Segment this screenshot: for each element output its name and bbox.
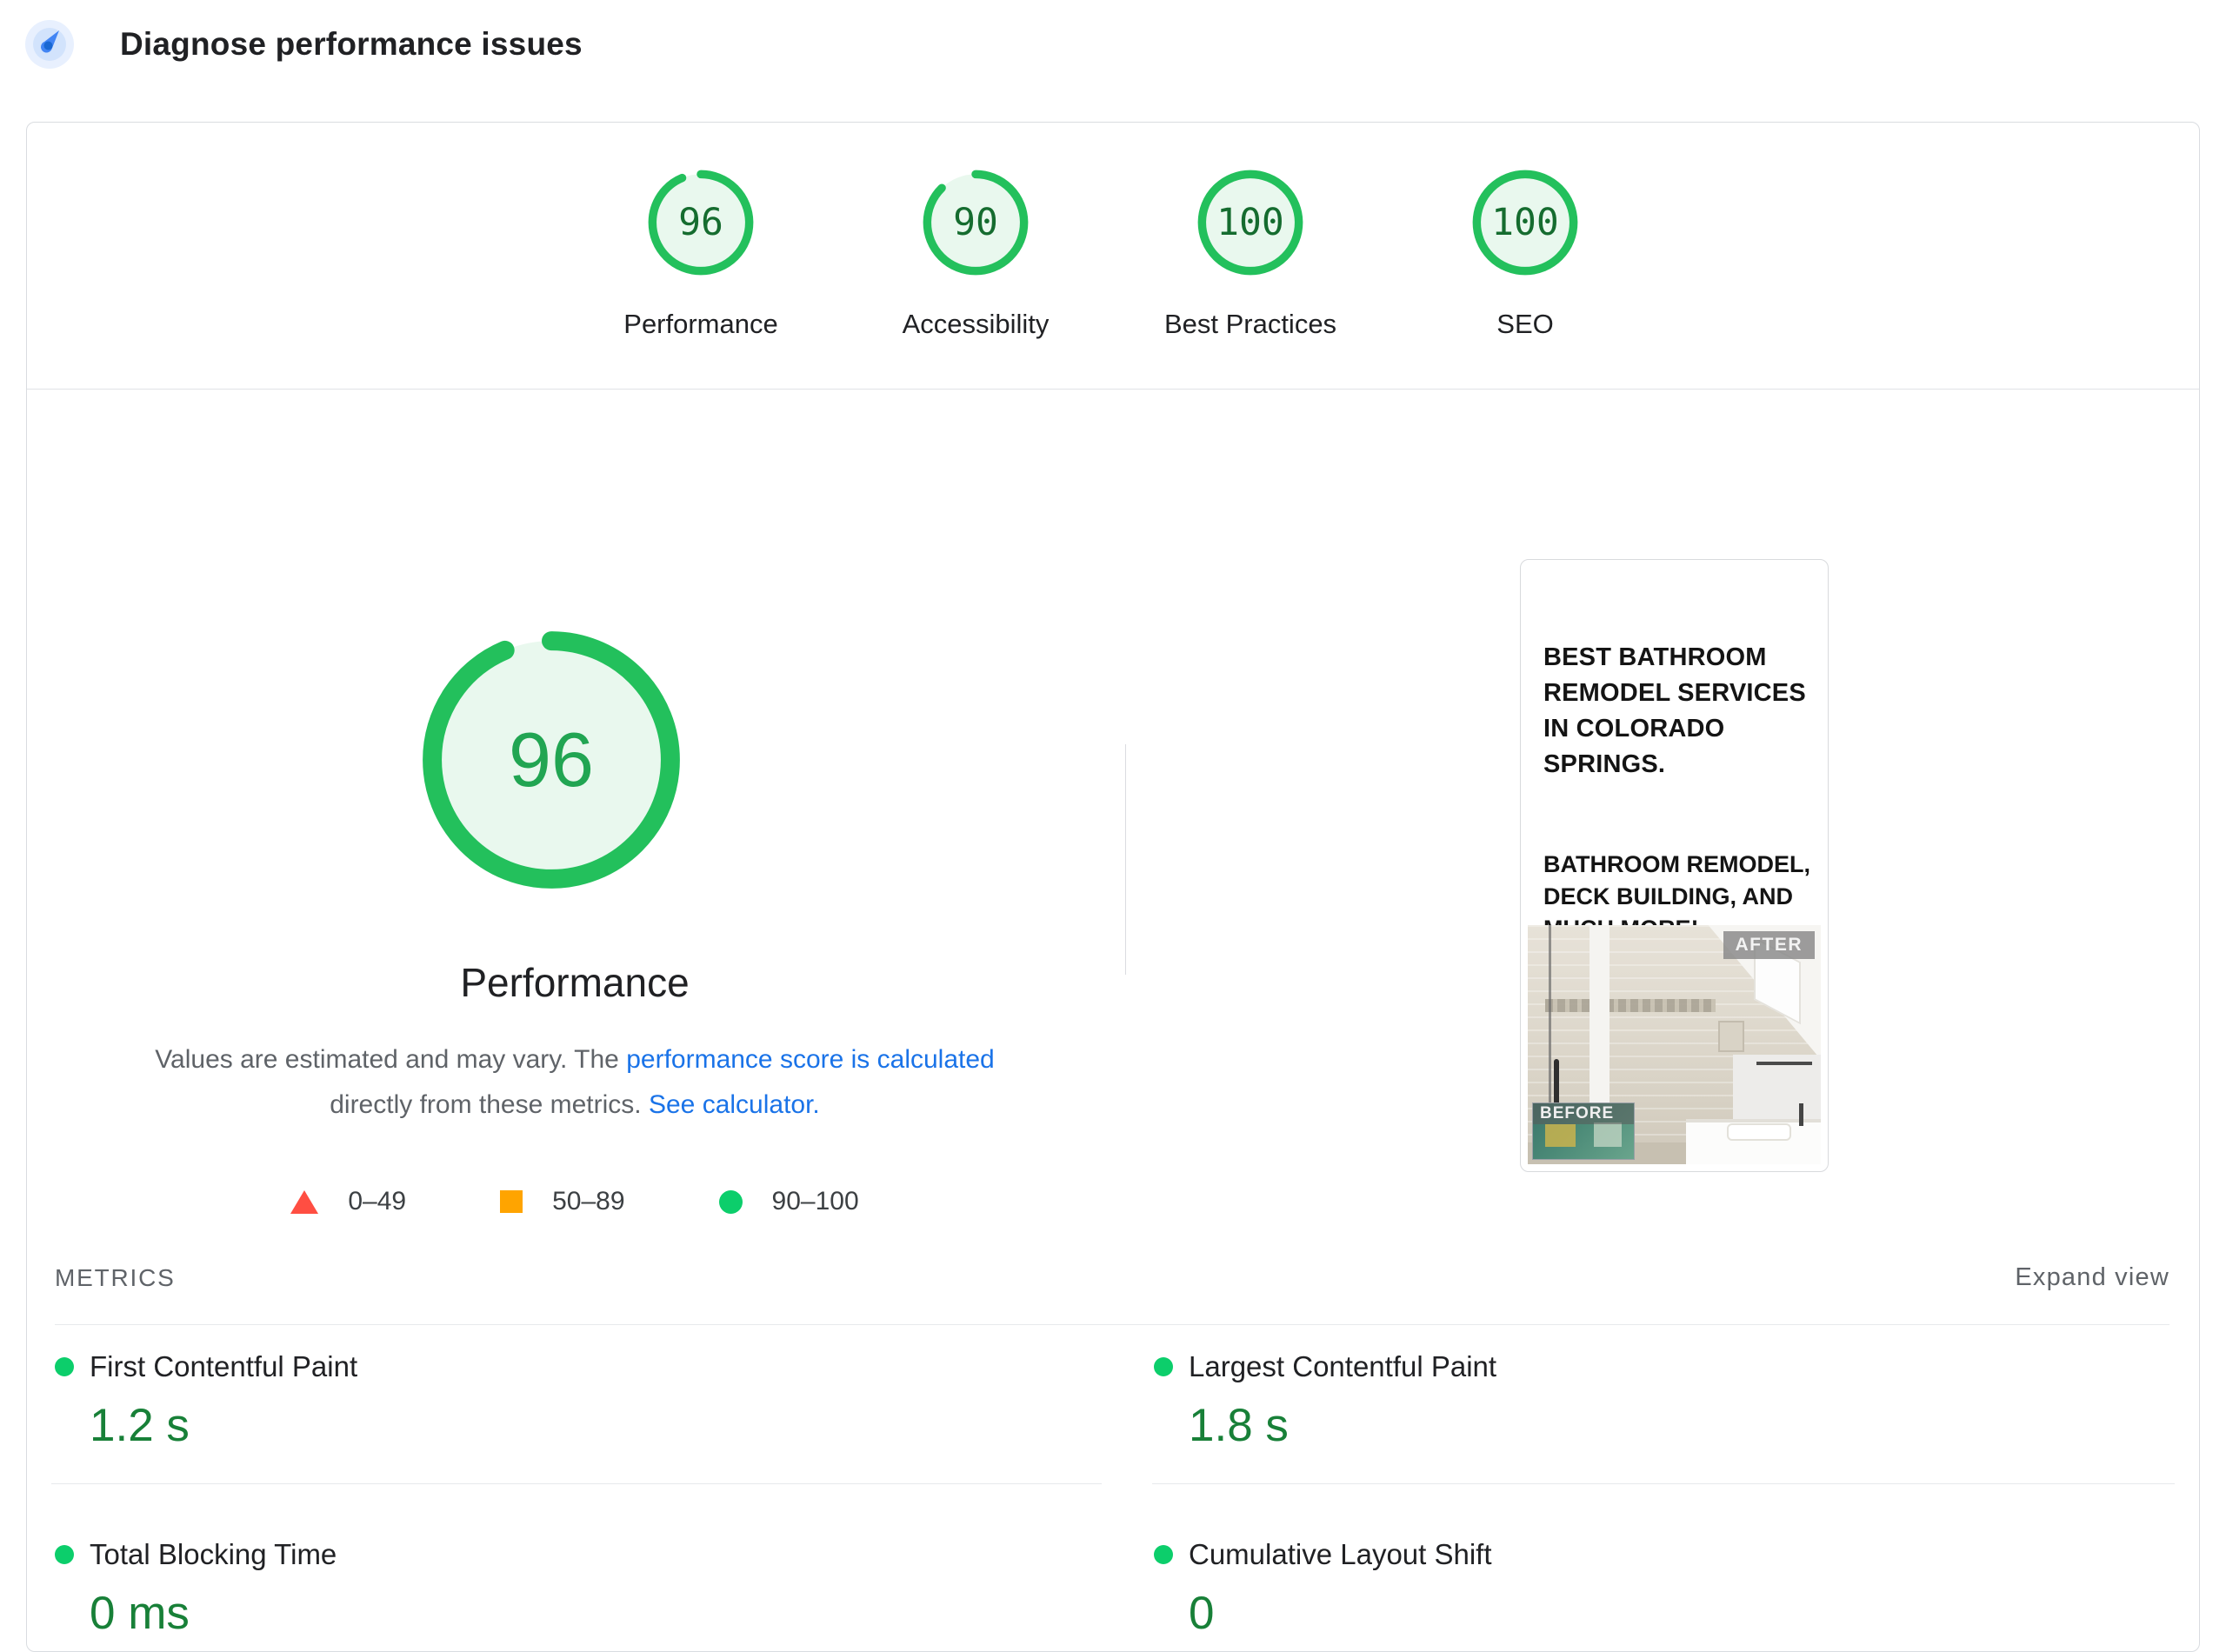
metric-value: 0 (1189, 1587, 2171, 1640)
performance-main-score-value: 96 (417, 625, 686, 895)
legend-average-icon (500, 1190, 523, 1213)
score-legend: 0–49 50–89 90–100 (27, 1187, 1123, 1216)
before-badge: BEFORE (1540, 1104, 1614, 1123)
performance-description: Values are estimated and may vary. The p… (123, 1037, 1027, 1128)
metric-total-blocking-time: Total Blocking Time 0 ms (55, 1538, 1072, 1640)
metrics-heading: METRICS (55, 1264, 176, 1292)
metric-label: Total Blocking Time (90, 1538, 337, 1571)
category-score-performance[interactable]: 96 Performance (614, 168, 788, 340)
speedometer-icon (24, 19, 75, 70)
category-score-best-practices[interactable]: 100 Best Practices (1163, 168, 1337, 340)
lighthouse-report-card: 96 Performance 90 Accessibility 100 Best… (26, 122, 2200, 1652)
metric-cumulative-layout-shift: Cumulative Layout Shift 0 (1154, 1538, 2171, 1640)
description-text-middle: directly from these metrics. (330, 1090, 649, 1119)
metric-value: 1.2 s (90, 1399, 1072, 1452)
metrics-divider (55, 1324, 2169, 1325)
metric-largest-contentful-paint: Largest Contentful Paint 1.8 s (1154, 1350, 2171, 1452)
description-text: Values are estimated and may vary. The (155, 1045, 626, 1074)
metric-status-icon (55, 1545, 74, 1564)
best-practices-gauge: 100 (1196, 168, 1305, 277)
section-divider (27, 389, 2199, 390)
seo-gauge: 100 (1470, 168, 1580, 277)
accessibility-gauge: 90 (921, 168, 1030, 277)
seo-score-value: 100 (1470, 168, 1580, 277)
page-header: Diagnose performance issues (24, 19, 583, 70)
performance-gauge: 96 (646, 168, 756, 277)
performance-section-title: Performance (27, 959, 1123, 1006)
photo-niche-shape (1718, 1021, 1744, 1052)
metric-value: 1.8 s (1189, 1399, 2171, 1452)
performance-score-label: Performance (623, 309, 777, 340)
legend-pass-icon (719, 1190, 743, 1214)
category-score-accessibility[interactable]: 90 Accessibility (889, 168, 1063, 340)
before-inset-detail (1545, 1124, 1576, 1147)
photo-towel-bar (1756, 1062, 1812, 1065)
metric-label: Cumulative Layout Shift (1189, 1538, 1492, 1571)
bathroom-photo: AFTER BEFORE (1528, 925, 1821, 1164)
screenshot-heading: BEST BATHROOM REMODEL SERVICES IN COLORA… (1543, 640, 1814, 783)
legend-average-label: 50–89 (552, 1187, 624, 1216)
legend-item-fail: 0–49 (290, 1187, 406, 1216)
score-calc-link[interactable]: performance score is calculated (626, 1045, 995, 1074)
metric-value: 0 ms (90, 1587, 1072, 1640)
metric-label: Largest Contentful Paint (1189, 1350, 1496, 1383)
metric-status-icon (55, 1357, 74, 1376)
legend-item-pass: 90–100 (719, 1187, 859, 1216)
best-practices-score-label: Best Practices (1164, 309, 1336, 340)
see-calculator-link[interactable]: See calculator. (649, 1090, 820, 1119)
metric-row-divider (1152, 1483, 2175, 1484)
metric-status-icon (1154, 1545, 1173, 1564)
legend-fail-icon (290, 1190, 318, 1214)
vertical-divider (1125, 744, 1126, 975)
after-badge: AFTER (1723, 931, 1816, 959)
accessibility-score-label: Accessibility (903, 309, 1050, 340)
page-title: Diagnose performance issues (120, 26, 583, 63)
before-inset-image: BEFORE (1532, 1102, 1635, 1160)
accessibility-score-value: 90 (921, 168, 1030, 277)
metric-status-icon (1154, 1357, 1173, 1376)
legend-fail-label: 0–49 (348, 1187, 406, 1216)
legend-item-average: 50–89 (500, 1187, 624, 1216)
category-score-seo[interactable]: 100 SEO (1438, 168, 1612, 340)
metric-first-contentful-paint: First Contentful Paint 1.2 s (55, 1350, 1072, 1452)
best-practices-score-value: 100 (1196, 168, 1305, 277)
photo-sink-shape (1727, 1123, 1791, 1140)
before-inset-detail (1594, 1122, 1622, 1147)
category-scores-row: 96 Performance 90 Accessibility 100 Best… (27, 168, 2199, 340)
photo-faucet-shape (1799, 1103, 1803, 1126)
performance-score-value: 96 (646, 168, 756, 277)
metric-row-divider (51, 1483, 1102, 1484)
expand-view-button[interactable]: Expand view (2015, 1263, 2169, 1292)
photo-mosaic-strip (1545, 999, 1715, 1012)
page-screenshot-thumbnail[interactable]: BEST BATHROOM REMODEL SERVICES IN COLORA… (1520, 559, 1829, 1172)
legend-pass-label: 90–100 (772, 1187, 859, 1216)
seo-score-label: SEO (1496, 309, 1553, 340)
metrics-header-row: METRICS Expand view (55, 1263, 2169, 1292)
performance-main-gauge: 96 (417, 625, 686, 895)
metric-label: First Contentful Paint (90, 1350, 357, 1383)
